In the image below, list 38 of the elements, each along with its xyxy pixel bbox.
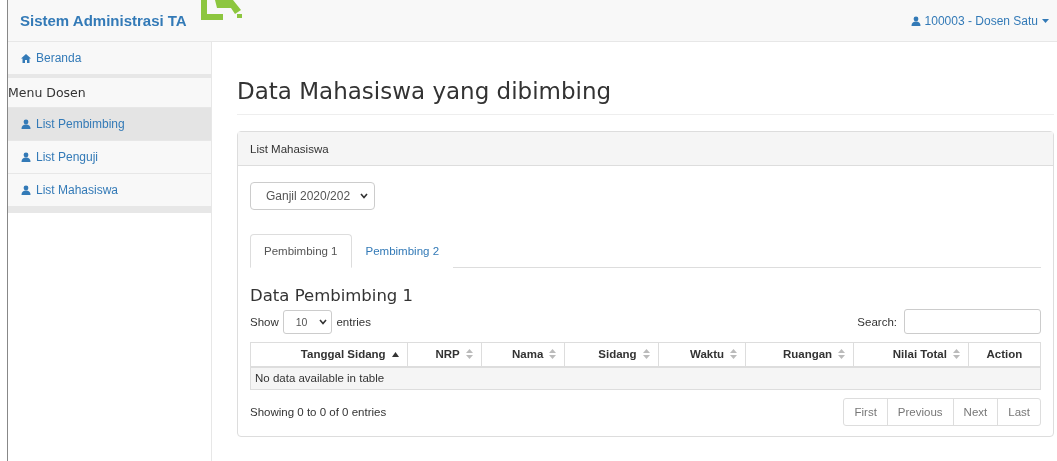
column-header[interactable]: NRP	[407, 342, 482, 367]
sort-ascending-icon	[391, 351, 399, 357]
column-header[interactable]: Ruangan	[745, 342, 854, 367]
sort-icon	[838, 349, 846, 360]
column-header[interactable]: Nilai Total	[853, 342, 969, 367]
entries-label: entries	[336, 315, 371, 328]
chevron-down-icon	[360, 193, 369, 199]
search-field[interactable]	[904, 309, 1041, 334]
user-icon	[21, 152, 31, 162]
sidebar-item[interactable]: List Pembimbing	[8, 108, 211, 141]
search-label: Search:	[857, 315, 897, 328]
home-icon	[21, 53, 31, 63]
table-info: Showing 0 to 0 of 0 entries	[250, 406, 387, 418]
user-menu[interactable]: 100003 - Dosen Satu	[910, 13, 1049, 28]
user-icon	[21, 185, 31, 195]
show-label: Show	[250, 315, 279, 328]
column-header[interactable]: Tanggal Sidang	[250, 342, 408, 367]
section-title: Data Pembimbing 1	[250, 286, 415, 305]
sort-icon	[952, 349, 960, 360]
entries-select[interactable]: 10	[282, 309, 333, 334]
caret-icon	[1042, 18, 1049, 23]
brand-title[interactable]: Sistem Administrasi TA	[20, 12, 187, 29]
semester-select[interactable]: Ganjil 2020/202	[250, 182, 376, 210]
sort-icon	[642, 349, 650, 360]
chevron-down-icon	[319, 318, 328, 325]
empty-table-message: No data available in table	[250, 366, 1041, 390]
sort-icon	[465, 349, 473, 360]
user-icon	[21, 119, 31, 129]
sort-icon	[730, 349, 738, 360]
tab[interactable]: Pembimbing 1	[250, 234, 352, 268]
panel-heading: List Mahasiswa	[238, 132, 1053, 166]
column-header[interactable]: Sidang	[564, 342, 659, 367]
column-header[interactable]: Nama	[481, 342, 565, 367]
user-icon	[910, 15, 921, 26]
sort-icon	[549, 349, 557, 360]
column-header[interactable]: Waktu	[658, 342, 746, 367]
page-title: Data Mahasiswa yang dibimbing	[237, 78, 1054, 115]
column-header[interactable]: Action	[968, 342, 1041, 367]
